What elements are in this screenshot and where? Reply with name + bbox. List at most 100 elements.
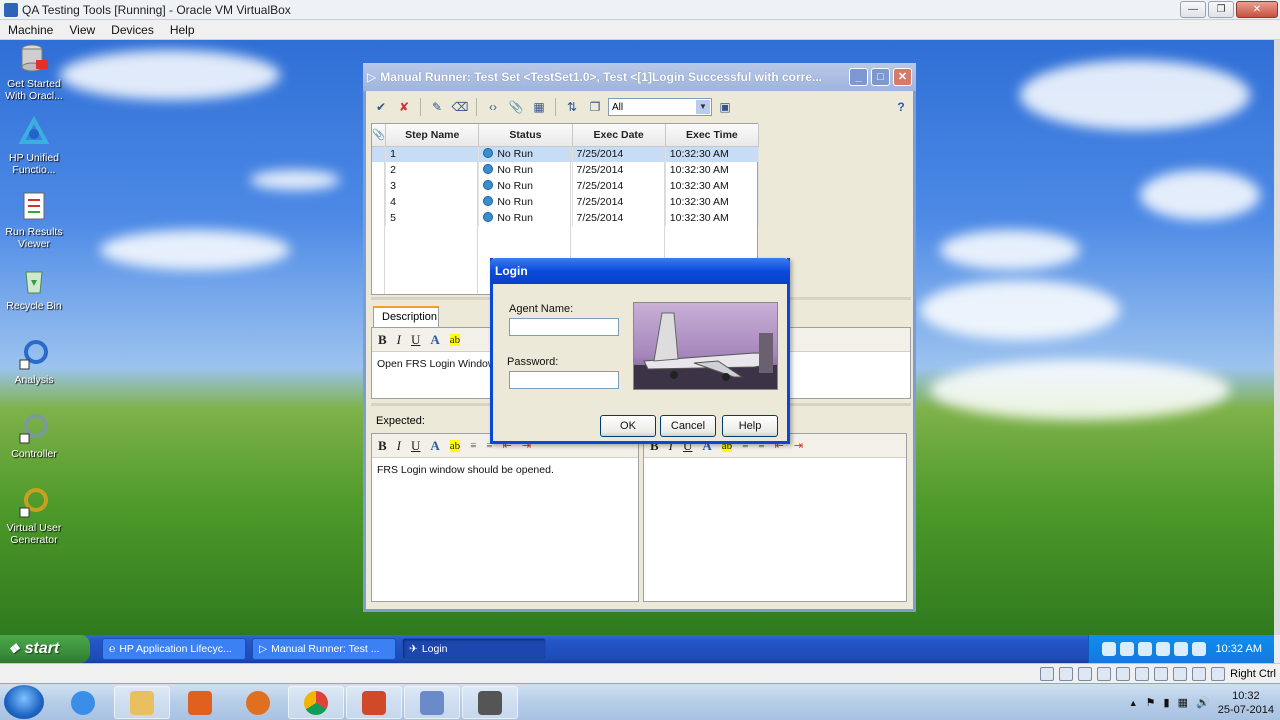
column-header-exec-time[interactable]: Exec Time xyxy=(665,124,760,147)
indent-icon[interactable]: ⇥ xyxy=(794,439,803,452)
pinned-explorer[interactable] xyxy=(114,686,170,719)
host-clock[interactable]: 10:32 25-07-2014 xyxy=(1218,689,1274,717)
runner-toolbar: ✔ ✘ ✎ ⌫ ‹› 📎 ▦ ⇅ ❐ All ▼ ▣ ? xyxy=(371,94,911,120)
table-row[interactable]: 2 No Run 7/25/2014 10:32:30 AM xyxy=(372,162,760,178)
pinned-presentation[interactable] xyxy=(346,686,402,719)
taskbar-item-manual-runner[interactable]: ▷ Manual Runner: Test ... xyxy=(252,638,396,660)
menu-machine[interactable]: Machine xyxy=(0,23,61,37)
new-defect-icon[interactable]: ▦ xyxy=(529,97,549,117)
network-icon[interactable] xyxy=(1097,666,1112,681)
show-hidden-icons-icon[interactable]: ▲ xyxy=(1129,698,1138,708)
hard-disk-icon[interactable] xyxy=(1040,666,1055,681)
cancel-button[interactable]: Cancel xyxy=(660,415,716,437)
update-tray-icon[interactable] xyxy=(1155,642,1170,656)
italic-button[interactable]: I xyxy=(397,332,401,348)
column-header-step-name[interactable]: Step Name xyxy=(385,124,480,147)
virus-tray-icon[interactable] xyxy=(1191,642,1206,656)
desktop-icon-hp-unified[interactable]: HP Unified Functio... xyxy=(0,115,68,176)
delete-step-icon[interactable]: ⌫ xyxy=(450,97,470,117)
audio-icon[interactable] xyxy=(1078,666,1093,681)
table-row[interactable]: 5 No Run 7/25/2014 10:32:30 AM xyxy=(372,210,760,226)
help-button[interactable]: Help xyxy=(722,415,778,437)
pass-selected-icon[interactable]: ✔ xyxy=(371,97,391,117)
taskbar-item-alm[interactable]: ℮ HP Application Lifecyc... xyxy=(102,638,246,660)
network-icon[interactable]: ▦ xyxy=(1178,696,1188,709)
attachment-icon[interactable]: 📎 xyxy=(506,97,526,117)
parameters-icon[interactable]: ‹› xyxy=(483,97,503,117)
runner-title-bar[interactable]: ▷ Manual Runner: Test Set <TestSet1.0>, … xyxy=(363,63,916,91)
host-scrollbar[interactable] xyxy=(1274,40,1280,635)
menu-devices[interactable]: Devices xyxy=(103,23,162,37)
runner-close-button[interactable]: ✕ xyxy=(893,68,912,86)
bold-button[interactable]: B xyxy=(378,438,387,454)
close-button[interactable]: ✕ xyxy=(1236,1,1278,18)
display-icon[interactable] xyxy=(1154,666,1169,681)
menu-help[interactable]: Help xyxy=(162,23,203,37)
network-tray-icon[interactable] xyxy=(1119,642,1134,656)
column-header-status[interactable]: Status xyxy=(478,124,573,147)
desktop-icon-label: Analysis xyxy=(14,374,54,386)
shared-folders-icon[interactable] xyxy=(1135,666,1150,681)
table-row[interactable]: 3 No Run 7/25/2014 10:32:30 AM xyxy=(372,178,760,194)
font-color-button[interactable]: A xyxy=(430,438,439,454)
agent-name-input[interactable] xyxy=(509,318,619,336)
column-header-exec-date[interactable]: Exec Date xyxy=(572,124,666,147)
table-row[interactable]: 1 No Run 7/25/2014 10:32:30 AM xyxy=(372,146,760,162)
tab-description[interactable]: Description xyxy=(373,306,439,328)
pinned-firefox[interactable] xyxy=(230,686,286,719)
pinned-chrome[interactable] xyxy=(288,686,344,719)
login-title[interactable]: Login xyxy=(490,258,790,284)
pinned-virtualbox[interactable] xyxy=(404,686,460,719)
desktop-icon-run-results[interactable]: Run Results Viewer xyxy=(0,190,68,250)
table-row[interactable]: 4 No Run 7/25/2014 10:32:30 AM xyxy=(372,194,760,210)
video-capture-icon[interactable] xyxy=(1173,666,1188,681)
underline-button[interactable]: U xyxy=(411,332,420,348)
help-icon[interactable]: ? xyxy=(891,97,911,117)
add-step-icon[interactable]: ✎ xyxy=(427,97,447,117)
presentation-icon xyxy=(362,690,386,715)
expected-text[interactable]: FRS Login window should be opened. xyxy=(372,458,638,482)
windows-logo-icon: ❖ xyxy=(8,641,20,656)
fail-selected-icon[interactable]: ✘ xyxy=(394,97,414,117)
underline-button[interactable]: U xyxy=(411,438,420,454)
volume-icon[interactable]: 🔊 xyxy=(1196,696,1210,709)
password-input[interactable] xyxy=(509,371,619,389)
minimize-button[interactable]: — xyxy=(1180,1,1206,18)
desktop-icon-analysis[interactable]: Analysis xyxy=(0,338,68,386)
mouse-integration-icon[interactable] xyxy=(1192,666,1207,681)
shield-tray-icon[interactable] xyxy=(1173,642,1188,656)
runner-minimize-button[interactable]: _ xyxy=(849,68,868,86)
desktop-icon-oracle[interactable]: Get Started With Oracl... xyxy=(0,42,68,102)
pinned-ie[interactable] xyxy=(55,686,111,719)
windows-start-orb[interactable] xyxy=(4,685,44,719)
bold-button[interactable]: B xyxy=(378,332,387,348)
restore-button[interactable]: ❐ xyxy=(1208,1,1234,18)
italic-button[interactable]: I xyxy=(397,438,401,454)
taskbar-item-login[interactable]: ✈ Login xyxy=(402,638,546,660)
security-tray-icon[interactable] xyxy=(1137,642,1152,656)
highlight-button[interactable]: ab xyxy=(449,333,461,346)
start-button[interactable]: ❖ start xyxy=(0,635,90,663)
pinned-media-player[interactable] xyxy=(172,686,228,719)
usb-icon[interactable] xyxy=(1116,666,1131,681)
sort-icon[interactable]: ⇅ xyxy=(562,97,582,117)
optical-drive-icon[interactable] xyxy=(1059,666,1074,681)
status-filter-select[interactable]: All ▼ xyxy=(608,98,712,116)
highlight-button[interactable]: ab xyxy=(449,439,461,452)
no-run-icon xyxy=(483,212,494,222)
help-tray-icon[interactable] xyxy=(1101,642,1116,656)
copy-icon[interactable]: ❐ xyxy=(585,97,605,117)
desktop-icon-vugen[interactable]: Virtual User Generator xyxy=(0,486,68,546)
battery-icon[interactable]: ▮ xyxy=(1164,696,1170,709)
keyboard-capture-icon[interactable] xyxy=(1211,666,1226,681)
pinned-video-editor[interactable] xyxy=(462,686,518,719)
desktop-icon-controller[interactable]: Controller xyxy=(0,412,68,460)
runner-maximize-button[interactable]: □ xyxy=(871,68,890,86)
menu-view[interactable]: View xyxy=(61,23,103,37)
font-color-button[interactable]: A xyxy=(430,332,439,348)
action-center-icon[interactable]: ⚑ xyxy=(1146,696,1156,709)
bullet-list-icon[interactable]: ≡ xyxy=(470,440,476,452)
grid-options-icon[interactable]: ▣ xyxy=(715,97,735,117)
ok-button[interactable]: OK xyxy=(600,415,656,437)
desktop-icon-recycle-bin[interactable]: Recycle Bin xyxy=(0,264,68,312)
